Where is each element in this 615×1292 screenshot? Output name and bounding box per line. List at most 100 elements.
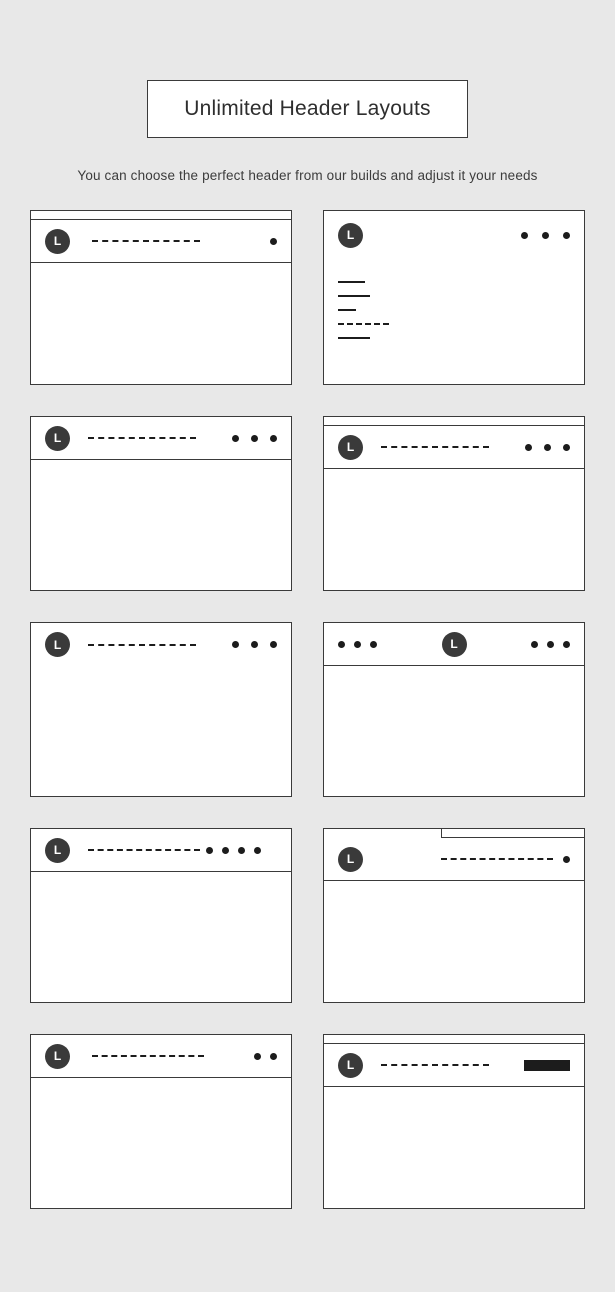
logo-icon[interactable]: L — [45, 837, 70, 863]
logo-icon[interactable]: L — [338, 1052, 363, 1078]
card-header-bar: L — [324, 426, 584, 469]
nav-placeholder[interactable] — [441, 858, 553, 860]
top-strip-bar[interactable] — [31, 211, 291, 220]
nav-placeholder[interactable] — [88, 849, 200, 851]
logo-icon[interactable]: L — [45, 1043, 70, 1069]
logo-icon[interactable]: L — [45, 632, 70, 657]
nav-placeholder[interactable] — [88, 643, 196, 646]
card-body — [324, 881, 584, 1002]
action-dot-icon[interactable] — [563, 855, 570, 863]
action-dot-icon[interactable] — [251, 434, 258, 442]
header-layout-card-1[interactable]: L — [30, 210, 292, 385]
action-dot-icon[interactable] — [238, 846, 245, 854]
header-layout-card-7[interactable]: L — [30, 828, 292, 1003]
card-body — [324, 666, 584, 796]
card-body — [31, 263, 291, 384]
action-dot-icon[interactable] — [531, 640, 538, 648]
card-body — [324, 469, 584, 590]
header-action-dots[interactable] — [232, 641, 277, 648]
logo-icon[interactable]: L — [338, 846, 363, 872]
card-header-bar: L — [31, 829, 291, 872]
action-dot-icon[interactable] — [222, 846, 229, 854]
menu-line-item[interactable] — [338, 309, 356, 311]
card-header-bar: L — [31, 1035, 291, 1078]
top-strip-bar[interactable] — [324, 417, 584, 426]
header-layout-card-6[interactable]: L — [323, 622, 585, 797]
nav-placeholder[interactable] — [92, 240, 200, 242]
nav-placeholder[interactable] — [381, 1064, 489, 1066]
header-action-dots[interactable] — [563, 855, 570, 863]
action-dot-icon[interactable] — [563, 640, 570, 648]
header-layout-card-3[interactable]: L — [30, 416, 292, 591]
header-action-dots[interactable] — [270, 237, 277, 245]
action-dot-icon[interactable] — [251, 641, 258, 648]
card-body — [324, 1087, 584, 1208]
header-action-dots[interactable] — [525, 443, 570, 451]
logo-icon[interactable]: L — [338, 434, 363, 460]
page-title-box: Unlimited Header Layouts — [147, 80, 468, 138]
logo-icon[interactable]: L — [45, 228, 70, 254]
action-dot-icon[interactable] — [542, 231, 549, 239]
logo-icon[interactable]: L — [441, 631, 467, 657]
action-dot-icon[interactable] — [270, 237, 277, 245]
cta-button[interactable] — [524, 1059, 570, 1071]
action-dot-icon[interactable] — [232, 641, 239, 648]
header-layouts-grid: L L L L L L L L L L — [30, 210, 585, 1209]
action-dot-icon[interactable] — [563, 443, 570, 451]
action-dot-icon[interactable] — [254, 1052, 261, 1060]
action-dot-icon[interactable] — [525, 443, 532, 451]
header-layout-card-10[interactable]: L — [323, 1034, 585, 1209]
action-dot-icon[interactable] — [370, 640, 377, 648]
header-layout-card-2[interactable]: L — [323, 210, 585, 385]
action-dot-icon[interactable] — [270, 1052, 277, 1060]
menu-line-item[interactable] — [338, 323, 389, 325]
action-dot-icon[interactable] — [563, 231, 570, 239]
header-layout-card-8[interactable]: L — [323, 828, 585, 1003]
page-root: Unlimited Header Layouts You can choose … — [0, 0, 615, 1292]
header-layout-card-4[interactable]: L — [323, 416, 585, 591]
action-dot-icon[interactable] — [270, 641, 277, 648]
top-strip-bar[interactable] — [324, 1035, 584, 1044]
menu-line-item[interactable] — [338, 337, 370, 339]
vertical-menu-list[interactable] — [324, 259, 584, 339]
page-title: Unlimited Header Layouts — [184, 97, 431, 120]
card-body — [31, 666, 291, 796]
card-header-bar: L — [324, 623, 584, 666]
action-dot-icon[interactable] — [338, 640, 345, 648]
logo-icon[interactable]: L — [338, 222, 363, 248]
card-header-bar: L — [31, 220, 291, 263]
action-dot-icon[interactable] — [544, 443, 551, 451]
header-action-dots[interactable] — [521, 231, 570, 239]
header-action-dots[interactable] — [254, 1052, 277, 1060]
action-dot-icon[interactable] — [521, 231, 528, 239]
action-dot-icon[interactable] — [354, 640, 361, 648]
card-header-bar: L — [324, 838, 584, 881]
action-dot-icon[interactable] — [254, 846, 261, 854]
card-header-bar: L — [31, 417, 291, 460]
header-action-dots[interactable] — [531, 640, 570, 648]
card-body — [31, 460, 291, 590]
card-header-bar: L — [324, 211, 584, 259]
page-subtitle: You can choose the perfect header from o… — [77, 168, 538, 183]
header-action-dots[interactable] — [206, 846, 261, 854]
action-dot-icon[interactable] — [232, 434, 239, 442]
header-layout-card-9[interactable]: L — [30, 1034, 292, 1209]
card-header-bar: L — [324, 1044, 584, 1087]
nav-placeholder[interactable] — [381, 446, 489, 448]
logo-icon[interactable]: L — [45, 425, 70, 451]
header-action-dots[interactable] — [232, 434, 277, 442]
action-dot-icon[interactable] — [206, 846, 213, 854]
menu-line-item[interactable] — [338, 295, 370, 297]
header-layout-card-5[interactable]: L — [30, 622, 292, 797]
card-header-bar: L — [31, 623, 291, 666]
nav-placeholder[interactable] — [92, 1055, 204, 1057]
card-body — [31, 1078, 291, 1208]
card-body — [324, 259, 584, 384]
action-dot-icon[interactable] — [547, 640, 554, 648]
card-body — [31, 872, 291, 1002]
header-left-dots[interactable] — [338, 640, 377, 648]
top-strip-bar[interactable] — [441, 829, 584, 838]
nav-placeholder[interactable] — [88, 437, 196, 439]
action-dot-icon[interactable] — [270, 434, 277, 442]
menu-line-item[interactable] — [338, 281, 365, 283]
